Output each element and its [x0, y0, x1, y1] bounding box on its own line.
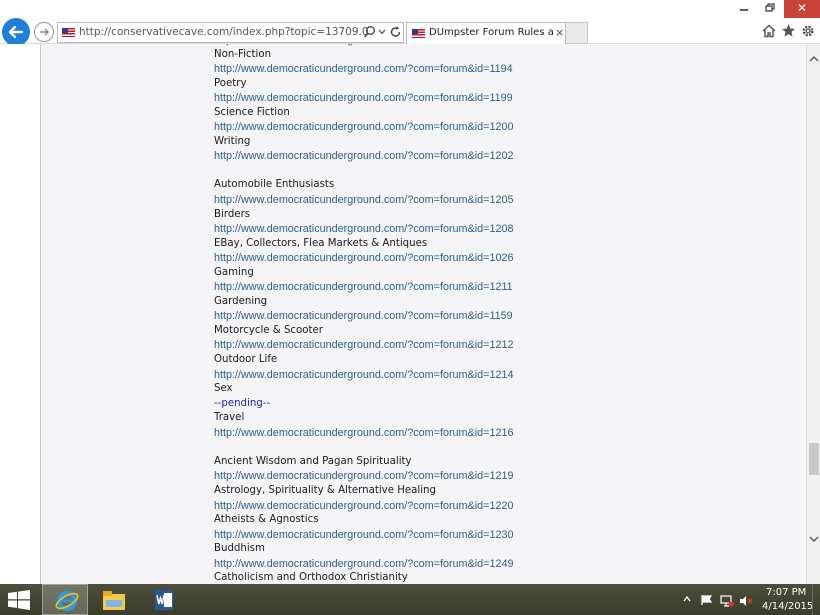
scroll-up-icon[interactable]: [809, 54, 819, 64]
tab-close-icon[interactable]: ×: [555, 26, 564, 39]
tray-chevron-icon[interactable]: [683, 595, 691, 603]
forum-link[interactable]: http://www.democraticunderground.com/?co…: [214, 469, 774, 484]
minimize-button[interactable]: [731, 0, 757, 18]
close-window-button[interactable]: ✕: [784, 0, 820, 18]
vertical-scrollbar[interactable]: [806, 44, 820, 584]
volume-muted-icon[interactable]: [739, 595, 753, 607]
forum-link[interactable]: http://www.democraticunderground.com/?co…: [214, 557, 774, 572]
forum-link[interactable]: http://www.democraticunderground.com/?co…: [214, 193, 774, 208]
action-center-flag-icon[interactable]: [701, 595, 713, 605]
forum-link[interactable]: http://www.democraticunderground.com/?co…: [214, 222, 774, 237]
forum-link[interactable]: http://www.democraticunderground.com/?co…: [214, 149, 774, 164]
forum-category-label: Sex: [214, 383, 233, 395]
minimize-icon: [740, 9, 748, 11]
forum-category-label: Writing: [214, 135, 251, 147]
internet-explorer-icon: [55, 591, 79, 611]
forum-category-label: Astrology, Spirituality & Alternative He…: [214, 484, 436, 496]
home-icon[interactable]: [762, 24, 776, 38]
clock-time[interactable]: 7:07 PM: [766, 587, 806, 598]
gear-icon[interactable]: [801, 24, 815, 38]
forum-link[interactable]: http://www.democraticunderground.com/?co…: [214, 426, 774, 441]
forum-link[interactable]: http://www.democraticunderground.com/?co…: [214, 280, 774, 295]
show-desktop-button[interactable]: [812, 584, 820, 615]
forum-category-label: Gardening: [214, 295, 268, 307]
forum-category-label: Atheists & Agnostics: [214, 514, 319, 526]
tab-active[interactable]: DUmpster Forum Rules and... ×: [406, 22, 566, 44]
forum-category-label: Buddhism: [214, 543, 265, 555]
forum-link[interactable]: http://www.democraticunderground.com/?co…: [214, 528, 774, 543]
forum-category-label: Travel: [214, 412, 245, 424]
back-button[interactable]: [2, 18, 30, 46]
forum-link[interactable]: http://www.democraticunderground.com/?co…: [214, 368, 774, 383]
forum-category-label: EBay, Collectors, Flea Markets & Antique…: [214, 237, 428, 249]
forum-category-label: Non-Fiction: [214, 48, 272, 60]
forum-link[interactable]: http://www.democraticunderground.com/?co…: [214, 309, 774, 324]
forum-link[interactable]: http://www.democraticunderground.com/?co…: [214, 251, 774, 266]
forum-category-label: Ancient Wisdom and Pagan Spirituality: [214, 455, 412, 467]
taskbar-microsoft-word[interactable]: [140, 584, 186, 615]
address-url[interactable]: http://conservativecave.com/index.php?to…: [79, 26, 369, 38]
scroll-thumb[interactable]: [809, 443, 819, 475]
star-icon[interactable]: [781, 23, 796, 38]
taskbar-internet-explorer[interactable]: [42, 584, 88, 615]
forward-arrow-icon: [40, 28, 50, 36]
search-icon[interactable]: [363, 25, 376, 39]
restore-button[interactable]: [757, 0, 783, 18]
forum-link[interactable]: http://www.democraticunderground.com/?co…: [214, 499, 774, 514]
forum-category-label: Science Fiction: [214, 106, 290, 118]
forum-category-label: Poetry: [214, 77, 247, 89]
chevron-down-icon[interactable]: [378, 26, 386, 38]
refresh-icon[interactable]: [389, 25, 402, 39]
forum-category-label: Catholicism and Orthodox Christianity: [214, 572, 408, 584]
scroll-down-icon[interactable]: [809, 534, 819, 544]
tab-favicon-icon: [412, 29, 425, 38]
forum-category-label: Gaming: [214, 266, 254, 278]
forum-link[interactable]: http://www.democraticunderground.com/?co…: [214, 120, 774, 135]
tab-title: DUmpster Forum Rules and...: [429, 27, 553, 38]
forum-link[interactable]: http://www.democraticunderground.com/?co…: [214, 91, 774, 106]
taskbar: 7:07 PM 4/14/2015: [0, 584, 820, 615]
restore-icon: [765, 3, 775, 12]
taskbar-file-explorer[interactable]: [90, 584, 136, 615]
forum-category-label: Automobile Enthusiasts: [214, 179, 335, 191]
forward-button[interactable]: [34, 22, 54, 42]
page-viewport: http://www.democraticunderground.com/?co…: [0, 44, 806, 584]
forum-post-body: http://www.democraticunderground.com/?co…: [214, 44, 774, 584]
address-bar[interactable]: http://conservativecave.com/index.php?to…: [57, 22, 404, 43]
close-icon: ✕: [797, 1, 808, 15]
clock-date[interactable]: 4/14/2015: [762, 601, 813, 612]
browser-toolbar: http://conservativecave.com/index.php?to…: [0, 0, 820, 46]
new-tab-button[interactable]: [566, 22, 588, 44]
site-favicon-icon: [62, 28, 75, 37]
folder-icon: [103, 591, 125, 610]
forum-category-label: Outdoor Life: [214, 354, 278, 366]
pending-status: --pending--: [214, 397, 271, 409]
word-icon: [155, 590, 173, 610]
forum-category-label: Birders: [214, 208, 251, 220]
windows-start-icon[interactable]: [8, 590, 30, 610]
forum-link[interactable]: http://www.democraticunderground.com/?co…: [214, 338, 774, 353]
forum-category-label: Motorcycle & Scooter: [214, 324, 323, 336]
back-arrow-icon: [8, 25, 24, 39]
forum-link[interactable]: http://www.democraticunderground.com/?co…: [214, 62, 774, 77]
network-icon[interactable]: [720, 595, 734, 607]
